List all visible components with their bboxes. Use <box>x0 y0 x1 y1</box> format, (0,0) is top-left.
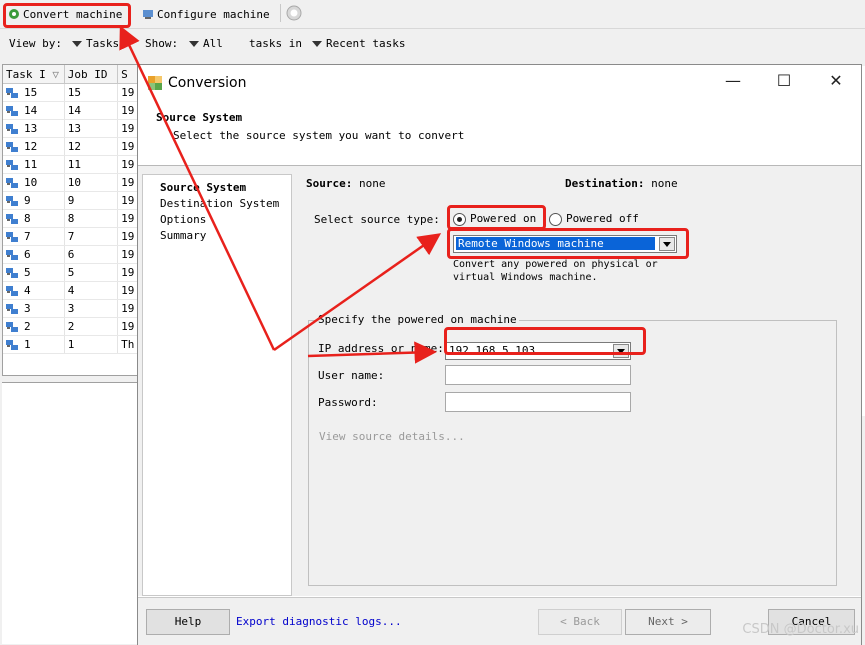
arrow-to-ip-address <box>307 341 437 364</box>
arrow-to-convert-button <box>119 25 276 351</box>
annotation-arrows <box>119 25 442 364</box>
watermark: CSDN @Doctor.xu <box>742 622 859 637</box>
arrow-to-machine-type <box>273 233 442 352</box>
